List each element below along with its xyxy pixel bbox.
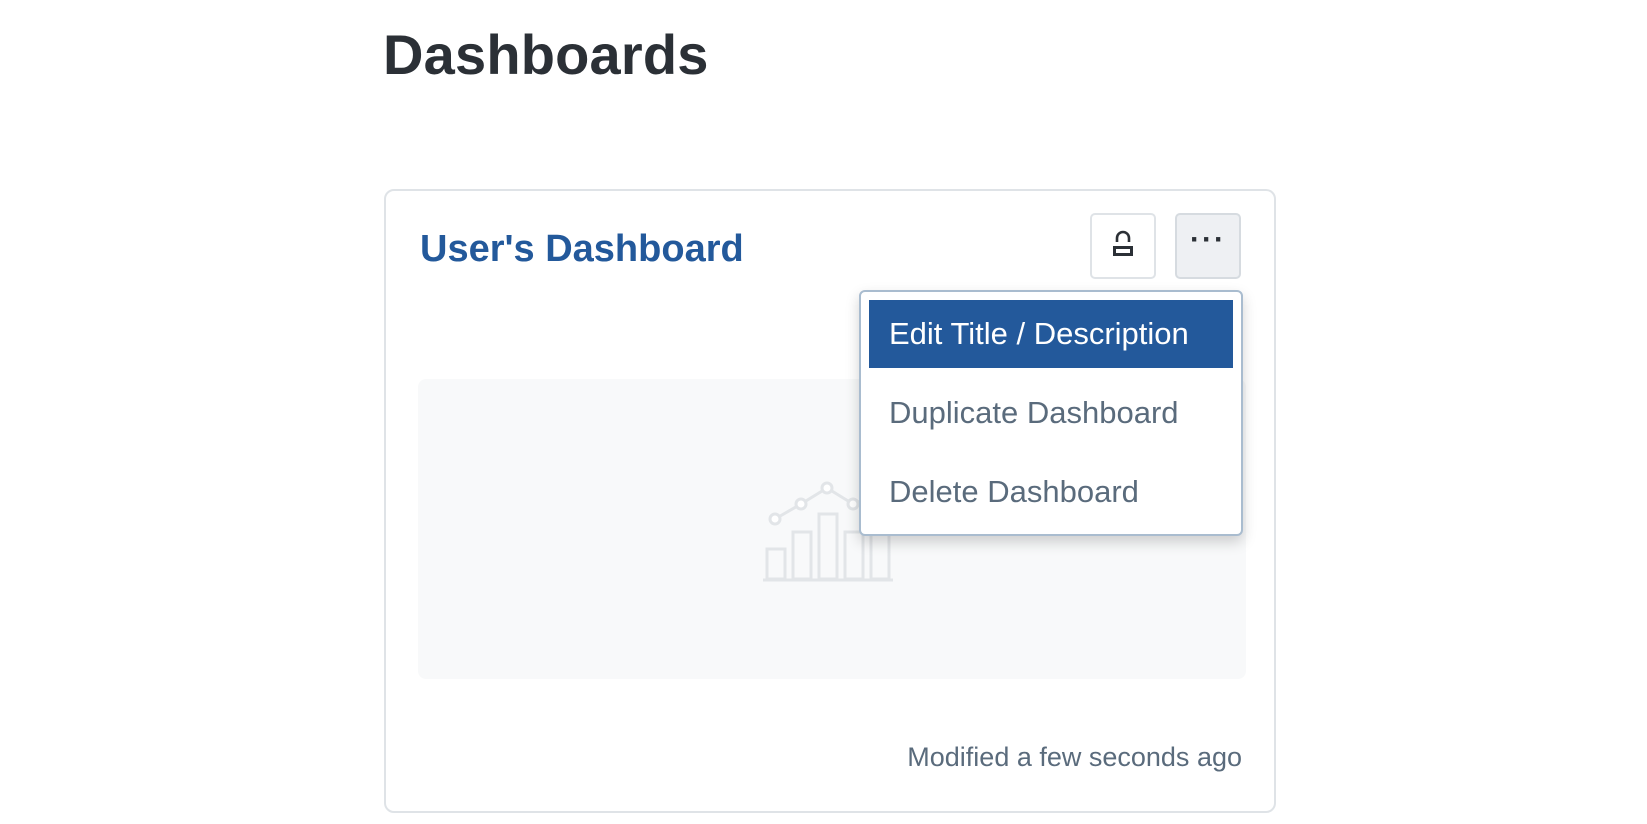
more-options-button[interactable]: ··· xyxy=(1175,213,1241,279)
dashboard-title-link[interactable]: User's Dashboard xyxy=(420,227,744,271)
page-title: Dashboards xyxy=(383,23,709,86)
dashboard-options-menu: Edit Title / Description Duplicate Dashb… xyxy=(859,290,1243,536)
menu-item-duplicate-dashboard[interactable]: Duplicate Dashboard xyxy=(869,379,1233,447)
page: Dashboards User's Dashboard ··· Modified… xyxy=(0,0,1647,824)
modified-timestamp: Modified a few seconds ago xyxy=(907,742,1242,772)
lock-icon xyxy=(1108,229,1138,264)
menu-item-edit-title-description[interactable]: Edit Title / Description xyxy=(869,300,1233,368)
menu-item-delete-dashboard[interactable]: Delete Dashboard xyxy=(869,458,1233,526)
more-horizontal-icon: ··· xyxy=(1190,223,1226,256)
lock-button[interactable] xyxy=(1090,213,1156,279)
